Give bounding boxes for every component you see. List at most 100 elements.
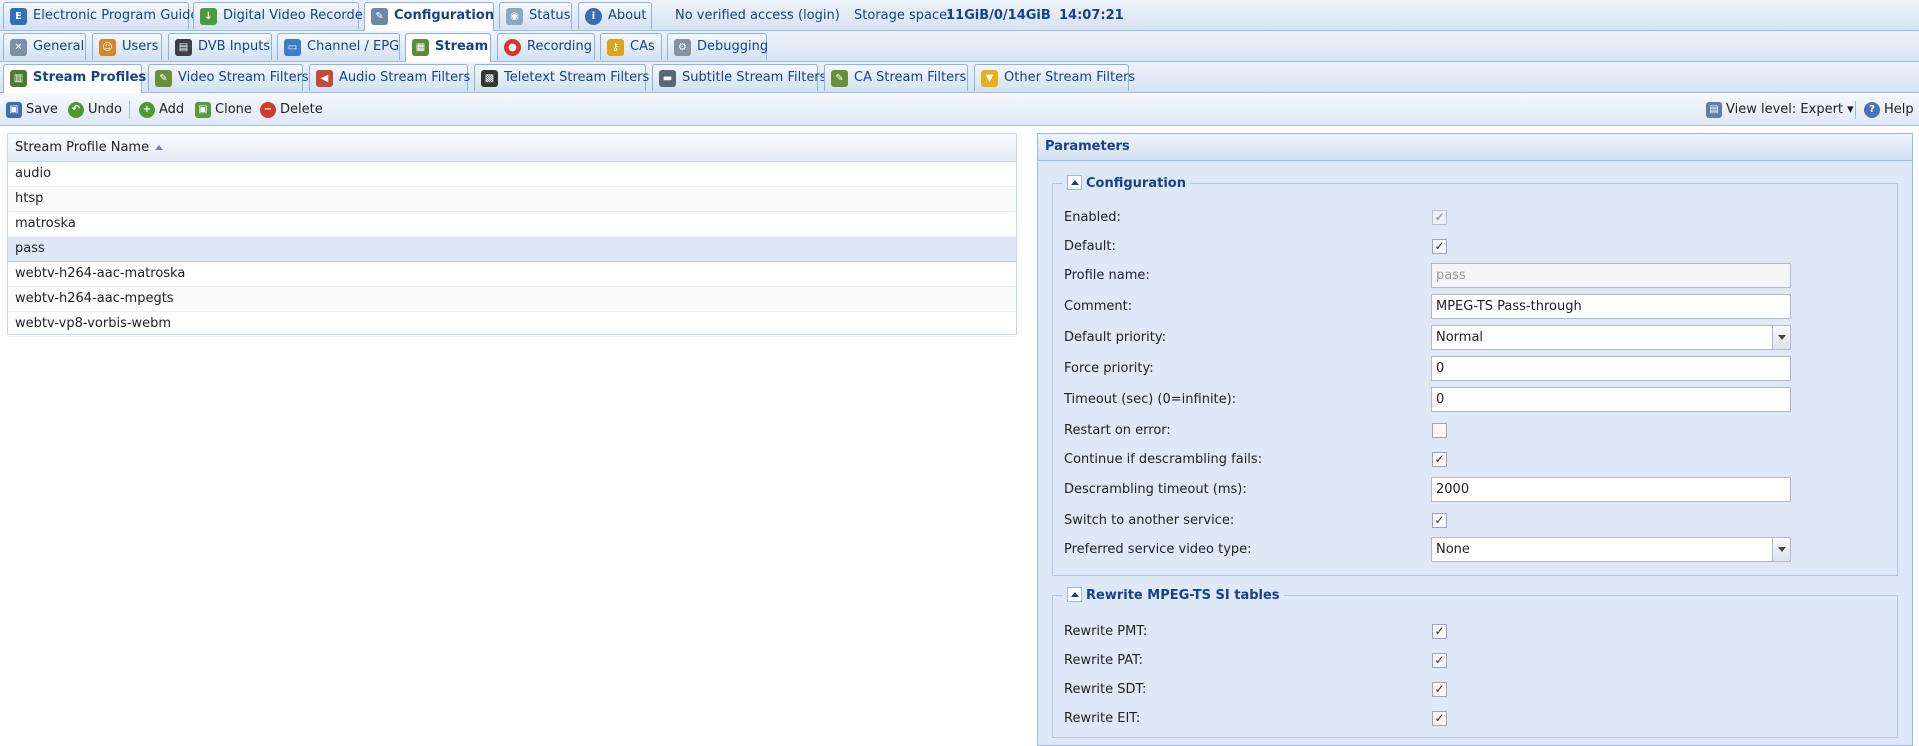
wrench-icon: ✎ bbox=[371, 8, 388, 25]
add-button[interactable]: + Add bbox=[137, 93, 184, 126]
tab-teletext-stream-filters[interactable]: ▩ Teletext Stream Filters bbox=[474, 64, 650, 91]
configuration-legend[interactable]: Configuration bbox=[1063, 175, 1190, 191]
tab-stream-profiles[interactable]: ▥ Stream Profiles bbox=[3, 64, 146, 93]
undo-button[interactable]: ↶ Undo bbox=[66, 93, 122, 126]
table-row[interactable]: matroska bbox=[8, 212, 1016, 237]
tab-recording[interactable]: ● Recording bbox=[497, 33, 595, 60]
clone-label: Clone bbox=[215, 102, 252, 117]
descr-timeout-field[interactable]: 2000 bbox=[1431, 477, 1791, 502]
add-label: Add bbox=[159, 102, 185, 117]
speaker-icon: ◀ bbox=[316, 70, 333, 87]
toolbar: ▣ Save ↶ Undo + Add ▣ Clone − Delete ▤ View le… bbox=[0, 93, 1919, 126]
force-priority-label: Force priority: bbox=[1064, 361, 1154, 376]
delete-button[interactable]: − Delete bbox=[258, 93, 323, 126]
stream-icon: ▦ bbox=[412, 39, 429, 56]
collapse-icon[interactable] bbox=[1067, 175, 1082, 190]
tab-label: Stream bbox=[435, 39, 489, 54]
force-priority-field[interactable]: 0 bbox=[1431, 356, 1791, 381]
access-status: No verified access bbox=[675, 8, 794, 23]
gears-icon: ⚙ bbox=[674, 39, 691, 56]
clock: 14:07:21 bbox=[1059, 8, 1124, 23]
profile-name-row: Profile name: pass bbox=[1064, 263, 1884, 288]
continue-checkbox[interactable]: ✓ bbox=[1432, 452, 1447, 467]
continue-row: Continue if descrambling fails: ✓ bbox=[1064, 447, 1884, 472]
table-row[interactable]: webtv-h264-aac-matroska bbox=[8, 262, 1016, 287]
tab-dvb-inputs[interactable]: ▤ DVB Inputs bbox=[168, 33, 272, 60]
tab-label: Video Stream Filters bbox=[178, 70, 309, 85]
tab-users[interactable]: ☺ Users bbox=[92, 33, 162, 60]
clone-button[interactable]: ▣ Clone bbox=[193, 93, 252, 126]
save-icon: ▣ bbox=[6, 102, 22, 118]
enabled-row: Enabled: ✓ bbox=[1064, 205, 1884, 230]
legend-label: Configuration bbox=[1086, 176, 1186, 191]
table-row-selected[interactable]: pass bbox=[8, 237, 1016, 262]
table-row[interactable]: htsp bbox=[8, 187, 1016, 212]
login-link[interactable]: (login) bbox=[798, 0, 840, 31]
column-header-label: Stream Profile Name bbox=[15, 140, 150, 155]
tab-video-stream-filters[interactable]: ✎ Video Stream Filters bbox=[148, 64, 309, 91]
record-icon: ● bbox=[504, 39, 521, 56]
funnel-icon: ▼ bbox=[981, 70, 998, 87]
save-button[interactable]: ▣ Save bbox=[4, 93, 58, 126]
tab-other-stream-filters[interactable]: ▼ Other Stream Filters bbox=[974, 64, 1135, 91]
table-row[interactable]: webtv-h264-aac-mpegts bbox=[8, 287, 1016, 312]
chevron-down-icon[interactable] bbox=[1772, 538, 1790, 561]
tab-configuration[interactable]: ✎ Configuration bbox=[364, 2, 494, 31]
tab-dvr[interactable]: ↓ Digital Video Recorder bbox=[193, 2, 368, 29]
switch-checkbox[interactable]: ✓ bbox=[1432, 513, 1447, 528]
table-row[interactable]: webtv-vp8-vorbis-webm bbox=[8, 312, 1016, 337]
view-level-label: View level: Expert bbox=[1726, 102, 1844, 117]
rewrite-legend[interactable]: Rewrite MPEG-TS SI tables bbox=[1063, 587, 1284, 603]
restart-row: Restart on error: bbox=[1064, 418, 1884, 443]
tab-debugging[interactable]: ⚙ Debugging bbox=[667, 33, 768, 60]
tab-label: Teletext Stream Filters bbox=[504, 70, 650, 85]
tab-ca-stream-filters[interactable]: ✎ CA Stream Filters bbox=[824, 64, 968, 91]
ca-filter-icon: ✎ bbox=[831, 70, 848, 87]
collapse-icon[interactable] bbox=[1067, 587, 1082, 602]
tab-cas[interactable]: ⚷ CAs bbox=[600, 33, 662, 60]
pref-video-row: Preferred service video type: None bbox=[1064, 537, 1884, 562]
sort-asc-icon bbox=[155, 145, 164, 150]
tab-epg[interactable]: E Electronic Program Guide bbox=[3, 2, 198, 29]
tab-status[interactable]: ◉ Status bbox=[499, 2, 572, 29]
tab-stream[interactable]: ▦ Stream bbox=[405, 33, 491, 62]
default-priority-select[interactable]: Normal bbox=[1431, 325, 1791, 350]
view-level-dropdown[interactable]: ▤ View level: Expert ▾ bbox=[1704, 93, 1854, 126]
rewrite-pat-checkbox[interactable]: ✓ bbox=[1432, 653, 1447, 668]
rewrite-pmt-checkbox[interactable]: ✓ bbox=[1432, 624, 1447, 639]
storage-label: Storage space: bbox=[854, 8, 952, 23]
help-button[interactable]: ? Help bbox=[1862, 93, 1914, 126]
rewrite-pat-label: Rewrite PAT: bbox=[1064, 653, 1144, 668]
chevron-down-icon[interactable] bbox=[1772, 326, 1790, 349]
default-priority-value: Normal bbox=[1436, 330, 1484, 345]
rewrite-sdt-checkbox[interactable]: ✓ bbox=[1432, 682, 1447, 697]
default-checkbox[interactable]: ✓ bbox=[1432, 239, 1447, 254]
timeout-field[interactable]: 0 bbox=[1431, 387, 1791, 412]
default-priority-label: Default priority: bbox=[1064, 330, 1166, 345]
pref-video-value: None bbox=[1436, 542, 1470, 557]
tab-about[interactable]: i About bbox=[578, 2, 652, 29]
tab-label: Stream Profiles bbox=[33, 70, 147, 85]
toolbar-divider bbox=[1855, 101, 1856, 119]
stream-tab-bar: ▥ Stream Profiles ✎ Video Stream Filters ◀… bbox=[0, 62, 1919, 93]
film-icon: ▤ bbox=[175, 39, 192, 56]
tab-general[interactable]: ✕ General bbox=[3, 33, 86, 60]
restart-checkbox[interactable] bbox=[1432, 423, 1447, 438]
comment-field[interactable]: MPEG-TS Pass-through bbox=[1431, 294, 1791, 319]
tab-audio-stream-filters[interactable]: ◀ Audio Stream Filters bbox=[309, 64, 470, 91]
tab-subtitle-stream-filters[interactable]: ▬ Subtitle Stream Filters bbox=[652, 64, 826, 91]
pref-video-select[interactable]: None bbox=[1431, 537, 1791, 562]
timeout-row: Timeout (sec) (0=infinite): 0 bbox=[1064, 387, 1884, 412]
users-icon: ☺ bbox=[99, 39, 116, 56]
column-header-name[interactable]: Stream Profile Name bbox=[8, 134, 1016, 162]
rewrite-eit-checkbox[interactable]: ✓ bbox=[1432, 711, 1447, 726]
tab-label: Configuration bbox=[394, 8, 494, 23]
tab-label: CAs bbox=[630, 39, 655, 54]
save-label: Save bbox=[26, 102, 58, 117]
stream-profile-grid: Stream Profile Name audio htsp matroska … bbox=[7, 133, 1017, 337]
tools-icon: ✕ bbox=[10, 39, 27, 56]
timeout-label: Timeout (sec) (0=infinite): bbox=[1064, 392, 1237, 407]
tab-channel-epg[interactable]: ▭ Channel / EPG bbox=[277, 33, 400, 60]
teletext-icon: ▩ bbox=[481, 70, 498, 87]
table-row[interactable]: audio bbox=[8, 162, 1016, 187]
